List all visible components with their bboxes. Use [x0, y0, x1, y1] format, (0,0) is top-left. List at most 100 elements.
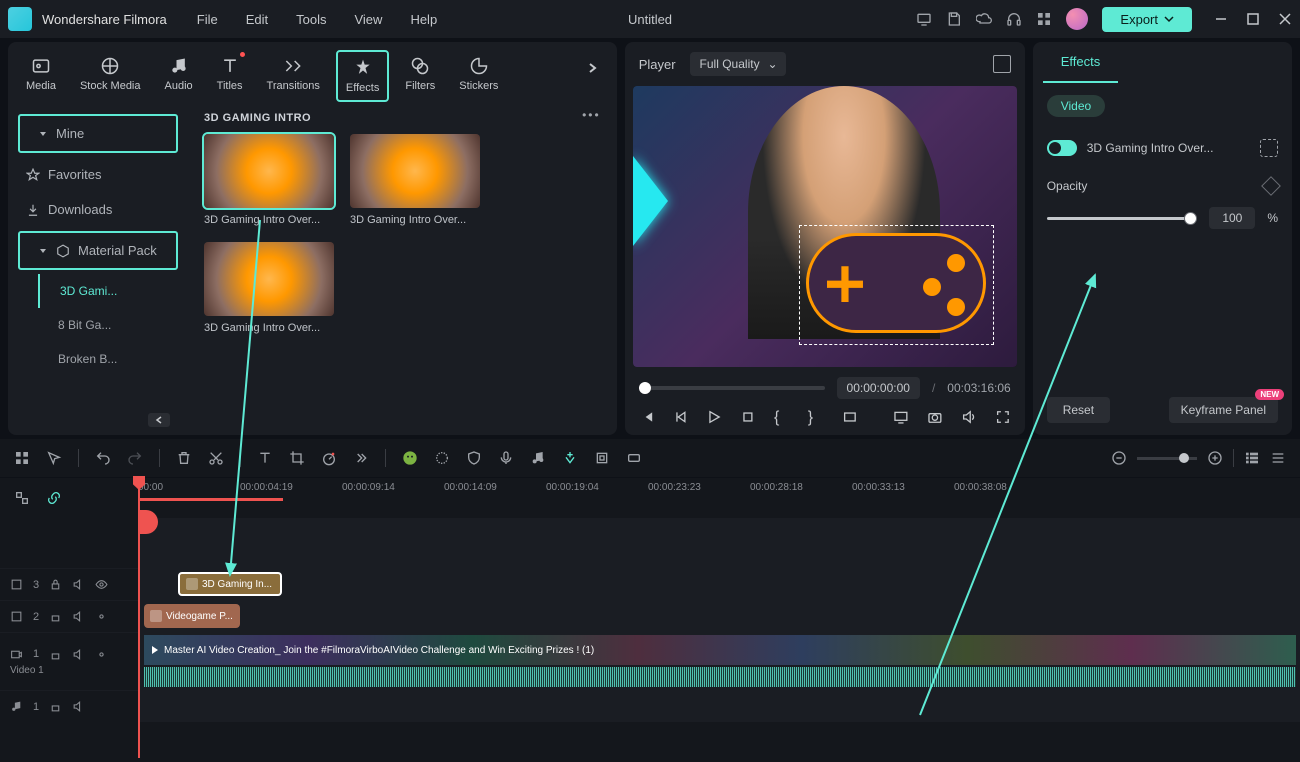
link-icon[interactable] [46, 490, 62, 506]
audio-waveform[interactable] [144, 667, 1296, 687]
cut-icon[interactable] [208, 450, 224, 466]
ai-avatar-icon[interactable] [402, 450, 418, 466]
undo-icon[interactable] [95, 450, 111, 466]
tabs-more-button[interactable] [579, 50, 607, 86]
menu-view[interactable]: View [354, 12, 382, 27]
eye-icon[interactable] [95, 648, 108, 661]
music-icon[interactable] [530, 450, 546, 466]
sidebar-item-material-pack[interactable]: Material Pack [18, 231, 178, 270]
maximize-icon[interactable] [1246, 12, 1260, 26]
sidebar-sub-broken[interactable]: Broken B... [8, 342, 188, 376]
tl-view-icon[interactable] [1244, 450, 1260, 466]
prev-frame-icon[interactable] [639, 409, 655, 425]
menu-help[interactable]: Help [410, 12, 437, 27]
quality-select[interactable]: Full Quality [690, 52, 786, 76]
fullscreen-icon[interactable] [995, 409, 1011, 425]
lock-icon[interactable] [49, 648, 62, 661]
eye-icon[interactable] [95, 610, 108, 623]
snapshot-icon[interactable] [993, 55, 1011, 73]
clip-3d-gaming[interactable]: 3D Gaming In... [178, 572, 282, 596]
tab-filters[interactable]: Filters [397, 50, 443, 98]
video-clip[interactable]: Master AI Video Creation_ Join the #Film… [144, 635, 1296, 665]
playhead[interactable] [138, 478, 140, 758]
sidebar-sub-3d-gaming[interactable]: 3D Gami... [38, 274, 188, 308]
export-button[interactable]: Export [1102, 7, 1192, 32]
record-icon[interactable] [626, 450, 642, 466]
opacity-slider[interactable] [1047, 217, 1198, 220]
tab-stickers[interactable]: Stickers [451, 50, 506, 98]
marker-icon[interactable] [594, 450, 610, 466]
keyframe-diamond-icon[interactable] [1261, 176, 1281, 196]
video-pill[interactable]: Video [1047, 95, 1105, 117]
menu-edit[interactable]: Edit [246, 12, 268, 27]
tab-titles[interactable]: Titles [209, 50, 251, 98]
minimize-icon[interactable] [1214, 12, 1228, 26]
gallery-menu-button[interactable]: ••• [582, 108, 601, 122]
monitor-icon[interactable] [893, 409, 909, 425]
speed-icon[interactable] [321, 450, 337, 466]
tab-media[interactable]: Media [18, 50, 64, 98]
sidebar-item-downloads[interactable]: Downloads [8, 192, 188, 227]
crop-icon[interactable] [289, 450, 305, 466]
text-icon[interactable] [257, 450, 273, 466]
tab-transitions[interactable]: Transitions [259, 50, 328, 98]
menu-tools[interactable]: Tools [296, 12, 326, 27]
lock-icon[interactable] [49, 610, 62, 623]
effect-toggle[interactable] [1047, 140, 1077, 156]
mic-icon[interactable] [498, 450, 514, 466]
mute-icon[interactable] [72, 610, 85, 623]
trash-icon[interactable] [176, 450, 192, 466]
camera-icon[interactable] [927, 409, 943, 425]
mask-icon[interactable] [1260, 139, 1278, 157]
color-icon[interactable] [434, 450, 450, 466]
stop-icon[interactable] [740, 409, 756, 425]
zoom-in-icon[interactable] [1207, 450, 1223, 466]
mute-icon[interactable] [72, 578, 85, 591]
tab-stock-media[interactable]: Stock Media [72, 50, 149, 98]
timeline-ruler[interactable]: 00:0000:00:04:1900:00:09:1400:00:14:0900… [138, 478, 1300, 518]
mute-icon[interactable] [72, 700, 85, 713]
play-icon[interactable] [706, 409, 722, 425]
zoom-slider[interactable] [1137, 457, 1197, 460]
zoom-out-icon[interactable] [1111, 450, 1127, 466]
sidebar-item-favorites[interactable]: Favorites [8, 157, 188, 192]
redo-icon[interactable] [127, 450, 143, 466]
ratio-icon[interactable] [842, 409, 858, 425]
display-icon[interactable] [916, 11, 932, 27]
mark-out-icon[interactable]: } [808, 409, 824, 425]
seek-bar[interactable] [639, 386, 825, 390]
apps-icon[interactable] [1036, 11, 1052, 27]
lock-icon[interactable] [49, 578, 62, 591]
tl-grid-icon[interactable] [14, 450, 30, 466]
tl-settings-icon[interactable] [1270, 450, 1286, 466]
effect-thumb-1[interactable]: 3D Gaming Intro Over... [204, 134, 334, 226]
volume-icon[interactable] [961, 409, 977, 425]
tl-layers-icon[interactable] [14, 490, 30, 506]
preview-viewport[interactable] [633, 86, 1017, 367]
effect-thumb-3[interactable]: 3D Gaming Intro Over... [204, 242, 334, 334]
user-avatar[interactable] [1066, 8, 1088, 30]
tab-effects[interactable]: Effects [336, 50, 389, 102]
shield-icon[interactable] [466, 450, 482, 466]
properties-tab-effects[interactable]: Effects [1043, 42, 1119, 83]
mute-icon[interactable] [72, 648, 85, 661]
tab-audio[interactable]: Audio [157, 50, 201, 98]
menu-file[interactable]: File [197, 12, 218, 27]
effect-thumb-2[interactable]: 3D Gaming Intro Over... [350, 134, 480, 226]
reset-button[interactable]: Reset [1047, 397, 1110, 423]
lock-icon[interactable] [49, 700, 62, 713]
magnet-icon[interactable] [562, 450, 578, 466]
marker-handle[interactable] [138, 510, 158, 534]
sidebar-item-mine[interactable]: Mine [18, 114, 178, 153]
pointer-icon[interactable] [46, 450, 62, 466]
eye-icon[interactable] [95, 578, 108, 591]
sidebar-collapse-button[interactable] [148, 413, 170, 427]
save-icon[interactable] [946, 11, 962, 27]
more-icon[interactable] [353, 450, 369, 466]
play-reverse-icon[interactable] [673, 409, 689, 425]
opacity-value[interactable]: 100 [1209, 207, 1255, 229]
clip-videogame[interactable]: Videogame P... [144, 604, 240, 628]
close-icon[interactable] [1278, 12, 1292, 26]
keyframe-panel-button[interactable]: Keyframe Panel NEW [1169, 397, 1278, 423]
cloud-icon[interactable] [976, 11, 992, 27]
